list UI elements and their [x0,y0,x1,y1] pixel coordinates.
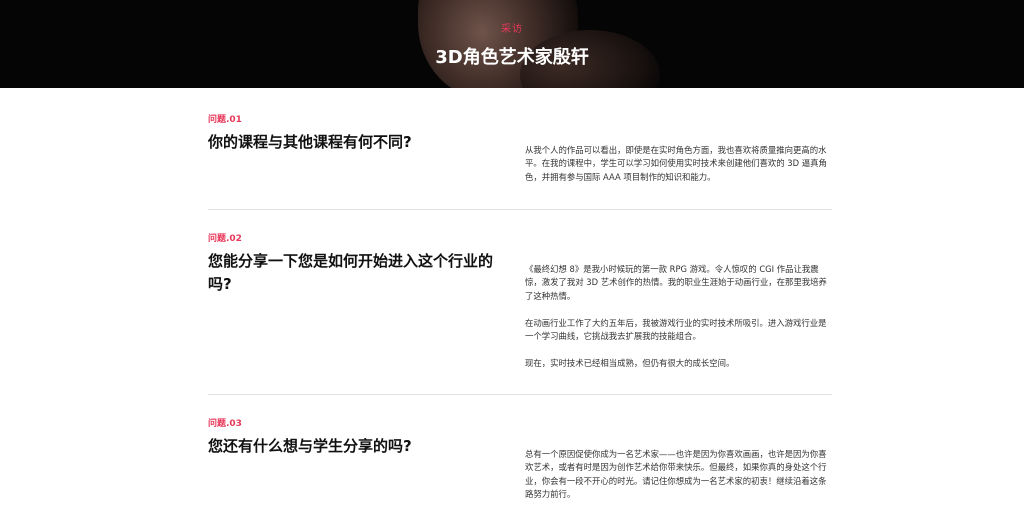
qa-block-3: 问题.03 您还有什么想与学生分享的吗? 总有一个原因促使你成为一名艺术家——也… [208,416,832,516]
question-number: 问题.02 [208,234,242,244]
answer-text: 从我个人的作品可以看出，即使是在实时角色方面，我也喜欢将质量推向更高的水平。在我… [525,144,833,184]
question-number: 问题.01 [208,115,242,125]
answer-paragraph: 《最终幻想 8》是我小时候玩的第一款 RPG 游戏。令人惊叹的 CGI 作品让我… [525,264,827,301]
question-title: 您还有什么想与学生分享的吗? [208,437,412,455]
qa-block-1: 问题.01 你的课程与其他课程有何不同? 从我个人的作品可以看出，即使是在实时角… [208,112,832,192]
hero-banner: 采访 3D角色艺术家殷轩 [0,0,1024,88]
answer-paragraph: 在动画行业工作了大约五年后，我被游戏行业的实时技术所吸引。进入游戏行业是一个学习… [525,317,827,342]
question-title: 您能分享一下您是如何开始进入这个行业的吗? [208,252,494,293]
answer-text: 总有一个原因促使你成为一名艺术家——也许是因为你喜欢画画，也许是因为你喜欢艺术，… [525,448,833,502]
qa-block-2: 问题.02 您能分享一下您是如何开始进入这个行业的吗? 《最终幻想 8》是我小时… [208,231,832,381]
section-divider [208,209,832,210]
answer-paragraph: 总有一个原因促使你成为一名艺术家——也许是因为你喜欢画画，也许是因为你喜欢艺术，… [525,449,827,500]
question-number: 问题.03 [208,419,242,429]
hero-kicker: 采访 [501,24,523,35]
section-divider [208,394,832,395]
answer-text: 《最终幻想 8》是我小时候玩的第一款 RPG 游戏。令人惊叹的 CGI 作品让我… [525,263,833,370]
answer-paragraph: 从我个人的作品可以看出，即使是在实时角色方面，我也喜欢将质量推向更高的水平。在我… [525,145,827,182]
question-title: 你的课程与其他课程有何不同? [208,133,412,151]
page-title: 3D角色艺术家殷轩 [435,47,589,68]
answer-paragraph: 现在，实时技术已经相当成熟，但仍有很大的成长空间。 [525,357,735,368]
